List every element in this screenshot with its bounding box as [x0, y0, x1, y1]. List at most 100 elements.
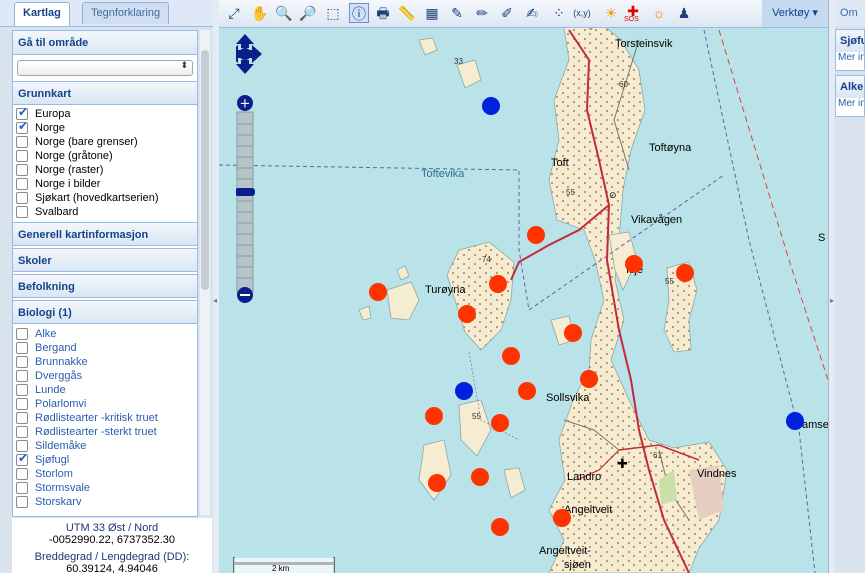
biology-item[interactable]: Sildemåke: [13, 439, 197, 453]
biology-item[interactable]: Stormsvale: [13, 481, 197, 495]
pan-down-icon[interactable]: [236, 60, 254, 74]
checkbox[interactable]: [16, 370, 28, 382]
basemap-item[interactable]: Norge (gråtone): [13, 149, 197, 163]
checkbox[interactable]: [16, 206, 28, 218]
checkbox[interactable]: [16, 412, 28, 424]
section-schools[interactable]: Skoler: [13, 248, 197, 272]
collapse-left-icon[interactable]: ◂: [213, 296, 217, 305]
weather-icon[interactable]: ☀: [601, 3, 621, 23]
zoom-slider[interactable]: [236, 111, 254, 293]
draw-icon[interactable]: ✏: [472, 3, 492, 23]
checkbox[interactable]: [16, 178, 28, 190]
pan-hand-icon[interactable]: ✋: [250, 3, 270, 23]
biology-item[interactable]: Dverggås: [13, 369, 197, 383]
biology-item[interactable]: Polarlomvi: [13, 397, 197, 411]
seabird-point[interactable]: [625, 255, 643, 273]
seabird-point[interactable]: [489, 275, 507, 293]
tab-kartlag[interactable]: Kartlag: [14, 2, 70, 26]
biology-item[interactable]: Rødlistearter -sterkt truet: [13, 425, 197, 439]
checkbox[interactable]: [16, 356, 28, 368]
scrollbar-thumb[interactable]: [201, 50, 209, 290]
section-general[interactable]: Generell kartinformasjon: [13, 222, 197, 246]
seabird-point[interactable]: [527, 226, 545, 244]
basemap-item[interactable]: Norge (raster): [13, 163, 197, 177]
seabird-point[interactable]: [553, 509, 571, 527]
draw-polygon-icon[interactable]: ✐: [497, 3, 517, 23]
print-icon[interactable]: 🖶: [373, 3, 393, 23]
basemap-item[interactable]: Norge i bilder: [13, 177, 197, 191]
section-go-to-area[interactable]: Gå til område: [13, 31, 197, 55]
seabird-point[interactable]: [458, 305, 476, 323]
edit-shape-icon[interactable]: ✍: [522, 3, 542, 23]
info-icon[interactable]: ⓘ: [349, 3, 369, 23]
seabird-point[interactable]: [428, 474, 446, 492]
measure-line-icon[interactable]: 📏: [397, 3, 417, 23]
zoom-box-icon[interactable]: ⬚: [323, 3, 343, 23]
checkbox[interactable]: [16, 342, 28, 354]
info-tab[interactable]: Om: [835, 0, 865, 26]
basemap-item[interactable]: ✔ Europa: [13, 105, 197, 121]
checkbox[interactable]: [16, 192, 28, 204]
checkbox[interactable]: [16, 482, 28, 494]
tools-menu-button[interactable]: Verktøy ▾: [762, 0, 828, 27]
seabird-point[interactable]: [518, 382, 536, 400]
pan-up-icon[interactable]: [236, 34, 254, 48]
checkbox[interactable]: [16, 328, 28, 340]
zoom-out-tool-icon[interactable]: 🔎: [298, 3, 318, 23]
collapse-right-icon[interactable]: ▸: [830, 296, 834, 305]
info-item-link[interactable]: Mer in: [836, 98, 864, 109]
biology-item[interactable]: Storskarv: [13, 495, 197, 509]
seabird-point[interactable]: [471, 468, 489, 486]
seabird-point[interactable]: [564, 324, 582, 342]
basemap-item[interactable]: ✔ Norge: [13, 119, 197, 135]
blue-point[interactable]: [455, 382, 473, 400]
measure-area-icon[interactable]: ▦: [422, 3, 442, 23]
checkbox[interactable]: [16, 164, 28, 176]
bird-icon[interactable]: ♟: [674, 3, 694, 23]
full-extent-icon[interactable]: ⤢: [224, 3, 244, 23]
seabird-point[interactable]: [502, 347, 520, 365]
checkbox[interactable]: [16, 384, 28, 396]
biology-item[interactable]: Lunde: [13, 383, 197, 397]
info-item-link[interactable]: Mer in: [836, 52, 864, 63]
checkbox[interactable]: [16, 136, 28, 148]
checkbox[interactable]: [16, 468, 28, 480]
biology-item[interactable]: Storlom: [13, 467, 197, 481]
map-view[interactable]: ⊙ ✚ Torsteinsvik Toftøyna Toft Toftevika…: [219, 0, 828, 573]
coordinate-tool[interactable]: (x,y): [572, 3, 592, 23]
seabird-point[interactable]: [425, 407, 443, 425]
biology-item[interactable]: Rødlistearter -kritisk truet: [13, 411, 197, 425]
seabird-point[interactable]: [369, 283, 387, 301]
basemap-item[interactable]: Norge (bare grenser): [13, 135, 197, 149]
zoom-slider-handle[interactable]: [235, 188, 255, 196]
checkbox[interactable]: [16, 426, 28, 438]
zoom-in-tool-icon[interactable]: 🔍: [274, 3, 294, 23]
seabird-point[interactable]: [580, 370, 598, 388]
checkbox[interactable]: [16, 398, 28, 410]
info-item-title[interactable]: Sjøfu: [836, 30, 864, 52]
biology-item[interactable]: Bergand: [13, 341, 197, 355]
seabird-point[interactable]: [491, 414, 509, 432]
info-item-title[interactable]: Alke: [836, 76, 864, 98]
move-points-icon[interactable]: ⁘: [549, 3, 569, 23]
tab-tegnforklaring[interactable]: Tegnforklaring: [82, 2, 170, 24]
biology-item[interactable]: ✔ Sjøfugl: [13, 451, 197, 467]
checkbox[interactable]: ✔: [16, 119, 28, 134]
seabird-point[interactable]: [676, 264, 694, 282]
draw-line-icon[interactable]: ✎: [447, 3, 467, 23]
blue-point[interactable]: [482, 97, 500, 115]
sunrise-icon[interactable]: ☼: [649, 3, 669, 23]
area-select[interactable]: ⬍: [17, 60, 193, 76]
basemap-item[interactable]: Svalbard: [13, 205, 197, 219]
checkbox[interactable]: ✔: [16, 451, 28, 466]
biology-item[interactable]: Alke: [13, 327, 197, 341]
checkbox[interactable]: [16, 496, 28, 508]
basemap-item[interactable]: Sjøkart (hovedkartserien): [13, 191, 197, 205]
checkbox[interactable]: [16, 150, 28, 162]
section-population[interactable]: Befolkning: [13, 274, 197, 298]
section-biology[interactable]: Biologi (1): [13, 300, 197, 324]
panel-scrollbar[interactable]: [200, 30, 210, 515]
blue-point[interactable]: [786, 412, 804, 430]
seabird-point[interactable]: [491, 518, 509, 536]
biology-item[interactable]: Brunnakke: [13, 355, 197, 369]
